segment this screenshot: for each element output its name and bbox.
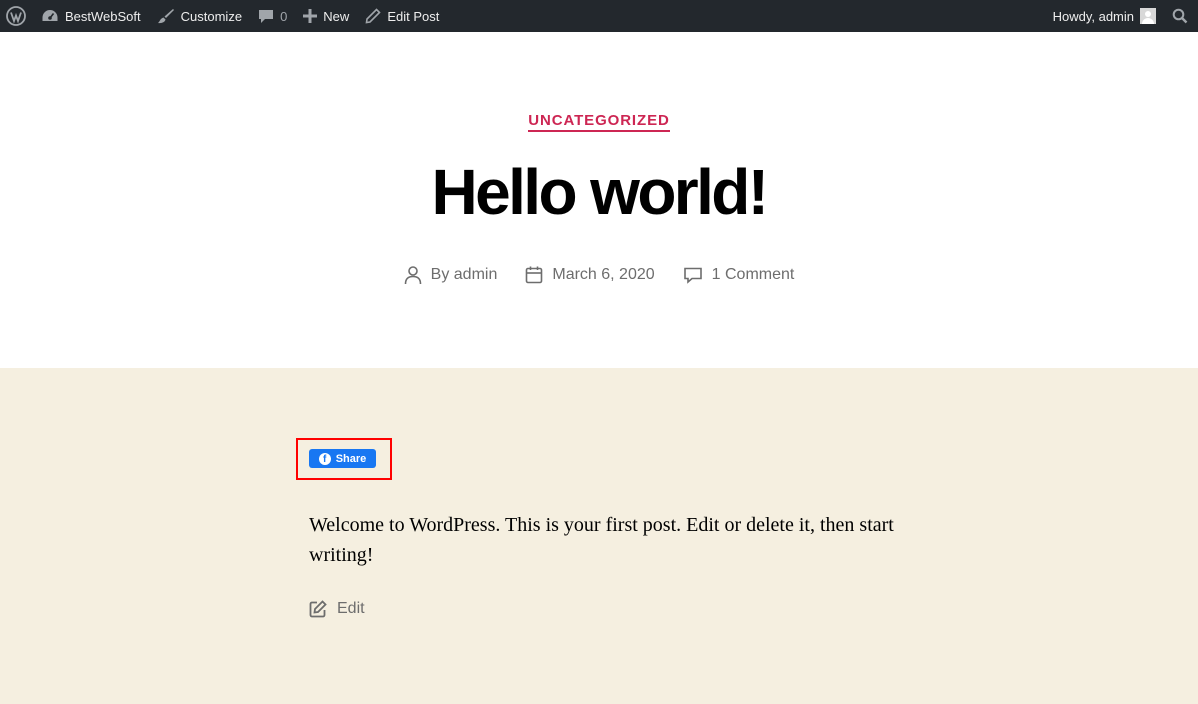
entry-header: UNCATEGORIZED Hello world! By admin Marc… bbox=[0, 32, 1198, 368]
edit-post-label: Edit Post bbox=[387, 8, 440, 24]
post-content: f Share Welcome to WordPress. This is yo… bbox=[0, 368, 1198, 704]
share-label: Share bbox=[335, 452, 367, 465]
date-link[interactable]: March 6, 2020 bbox=[552, 266, 654, 284]
post-title: Hello world! bbox=[431, 156, 769, 228]
calendar-icon bbox=[526, 266, 543, 284]
plus-icon bbox=[303, 9, 318, 23]
pencil-icon bbox=[365, 8, 381, 24]
customize-link[interactable]: Customize bbox=[149, 0, 250, 32]
site-name-menu[interactable]: BestWebSoft bbox=[33, 0, 149, 32]
category-row: UNCATEGORIZED bbox=[0, 112, 1198, 132]
admin-bar-right: Howdy, admin bbox=[1045, 0, 1198, 32]
howdy-label: Howdy, admin bbox=[1052, 8, 1134, 24]
site-name: BestWebSoft bbox=[65, 8, 141, 24]
category-link[interactable]: UNCATEGORIZED bbox=[528, 112, 670, 132]
post-meta: By admin March 6, 2020 1 Comment bbox=[0, 265, 1198, 285]
post-author: By admin bbox=[404, 265, 498, 285]
edit-icon bbox=[309, 600, 327, 618]
comment-bubble-icon bbox=[259, 10, 274, 23]
admin-search-button[interactable] bbox=[1164, 0, 1198, 32]
wordpress-logo-icon bbox=[6, 6, 26, 26]
customize-label: Customize bbox=[180, 8, 243, 24]
post-comments: 1 Comment bbox=[683, 265, 795, 285]
comments-link-meta[interactable]: 1 Comment bbox=[712, 266, 795, 284]
facebook-icon: f bbox=[318, 452, 331, 465]
edit-label: Edit bbox=[337, 600, 365, 617]
post-body: Welcome to WordPress. This is your first… bbox=[309, 514, 894, 566]
user-icon bbox=[404, 266, 421, 285]
brush-icon bbox=[157, 9, 174, 24]
new-label: New bbox=[323, 8, 350, 24]
comments-count: 0 bbox=[280, 8, 288, 24]
avatar-icon bbox=[1140, 8, 1156, 24]
dashboard-icon bbox=[42, 10, 58, 21]
edit-link[interactable]: Edit bbox=[309, 600, 365, 618]
search-icon bbox=[1172, 8, 1188, 24]
author-link[interactable]: By admin bbox=[431, 266, 498, 284]
new-content-menu[interactable]: New bbox=[295, 0, 357, 32]
admin-bar-left: BestWebSoft Customize 0 New Edit Post bbox=[0, 0, 447, 32]
my-account-menu[interactable]: Howdy, admin bbox=[1045, 0, 1164, 32]
admin-bar: BestWebSoft Customize 0 New Edit Post Ho… bbox=[0, 0, 1198, 32]
comment-icon bbox=[683, 267, 702, 284]
wordpress-menu[interactable] bbox=[0, 0, 33, 32]
post-date: March 6, 2020 bbox=[525, 265, 655, 285]
comments-link[interactable]: 0 bbox=[250, 0, 295, 32]
edit-post-link[interactable]: Edit Post bbox=[357, 0, 447, 32]
facebook-share-button[interactable]: f Share bbox=[309, 449, 376, 468]
